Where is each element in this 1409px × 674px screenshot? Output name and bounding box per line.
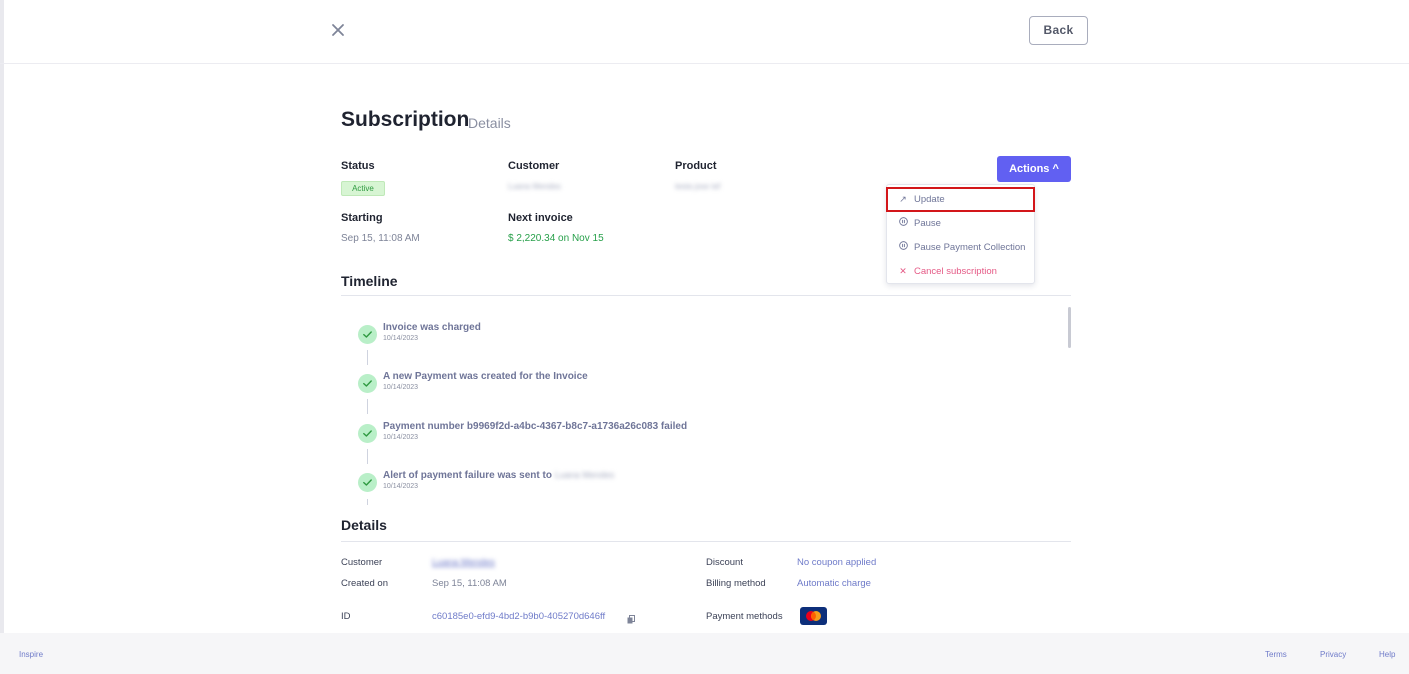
details-billing-label: Billing method bbox=[706, 578, 766, 589]
menu-item-label: Cancel subscription bbox=[914, 266, 997, 277]
timeline-divider bbox=[341, 295, 1071, 296]
timeline-event-date: 10/14/2023 bbox=[383, 384, 419, 391]
details-customer-label: Customer bbox=[341, 557, 383, 568]
footer-help-link[interactable]: Help bbox=[1379, 650, 1395, 659]
footer-brand-link[interactable]: Inspire bbox=[19, 650, 43, 659]
timeline-title: Timeline bbox=[341, 273, 398, 289]
starting-value: Sep 15, 11:08 AM bbox=[341, 233, 420, 244]
timeline-connector bbox=[367, 449, 368, 464]
timeline-event-title: Alert of payment failure was sent to Lua… bbox=[383, 470, 614, 481]
check-circle-icon bbox=[358, 473, 377, 492]
close-icon[interactable] bbox=[330, 22, 346, 38]
footer: Inspire Terms Privacy Help bbox=[0, 633, 1409, 674]
page-subtitle: Details bbox=[468, 115, 511, 131]
details-id-value: c60185e0-efd9-4bd2-b9b0-405270d646ff bbox=[432, 611, 606, 622]
menu-item-pause-payment-collection[interactable]: Pause Payment Collection bbox=[887, 236, 1034, 258]
timeline-event-recipient: Luana Mendes bbox=[554, 470, 615, 480]
check-circle-icon bbox=[358, 424, 377, 443]
footer-terms-link[interactable]: Terms bbox=[1265, 650, 1287, 659]
pause-circle-icon bbox=[898, 212, 908, 234]
next-invoice-label: Next invoice bbox=[508, 212, 573, 224]
timeline-event-title-text: Alert of payment failure was sent to bbox=[383, 470, 552, 481]
back-button[interactable]: Back bbox=[1029, 16, 1088, 45]
menu-item-cancel-subscription[interactable]: ✕ Cancel subscription bbox=[887, 260, 1034, 282]
actions-menu: ↗ Update Pause Pause Payment Collection ✕… bbox=[886, 184, 1035, 284]
menu-item-label: Pause bbox=[914, 218, 941, 229]
top-bar: Back bbox=[0, 0, 1409, 64]
timeline-connector bbox=[367, 399, 368, 414]
pause-circle-icon bbox=[898, 236, 908, 258]
timeline-event-date: 10/14/2023 bbox=[383, 483, 419, 490]
details-title: Details bbox=[341, 517, 387, 533]
timeline-connector bbox=[367, 350, 368, 365]
menu-item-label: Update bbox=[914, 194, 945, 205]
timeline-event: Payment number b9969f2d-a4bc-4367-b8c7-a… bbox=[358, 421, 958, 445]
timeline-event-date: 10/14/2023 bbox=[383, 434, 419, 441]
next-invoice-value: $ 2,220.34 on Nov 15 bbox=[508, 233, 604, 244]
copy-icon[interactable] bbox=[627, 611, 635, 624]
check-circle-icon bbox=[358, 374, 377, 393]
details-created-value: Sep 15, 11:08 AM bbox=[432, 578, 507, 589]
status-badge: Active bbox=[341, 181, 385, 196]
check-circle-icon bbox=[358, 325, 377, 344]
page-title: Subscription bbox=[341, 108, 470, 131]
menu-item-update[interactable]: ↗ Update bbox=[886, 187, 1035, 212]
timeline-connector bbox=[367, 499, 368, 505]
timeline-event: Invoice was charged 10/14/2023 bbox=[358, 322, 958, 346]
timeline-event: Alert of payment failure was sent to Lua… bbox=[358, 470, 958, 494]
menu-item-pause[interactable]: Pause bbox=[887, 212, 1034, 234]
menu-item-label: Pause Payment Collection bbox=[914, 242, 1026, 253]
footer-privacy-link[interactable]: Privacy bbox=[1320, 650, 1346, 659]
timeline-event: A new Payment was created for the Invoic… bbox=[358, 371, 958, 395]
product-label: Product bbox=[675, 160, 717, 172]
details-payment-methods-label: Payment methods bbox=[706, 611, 783, 622]
left-rail bbox=[0, 0, 4, 674]
customer-label: Customer bbox=[508, 160, 560, 172]
x-icon: ✕ bbox=[899, 266, 907, 276]
mastercard-icon bbox=[800, 607, 827, 625]
starting-label: Starting bbox=[341, 212, 383, 224]
customer-value[interactable]: Luana Mendes bbox=[508, 182, 561, 191]
details-id-label: ID bbox=[341, 611, 351, 622]
details-divider bbox=[341, 541, 1071, 542]
details-discount-value: No coupon applied bbox=[797, 557, 877, 568]
actions-button[interactable]: Actions ^ bbox=[997, 156, 1071, 182]
details-created-label: Created on bbox=[341, 578, 389, 589]
product-value: testa jose tef bbox=[675, 182, 721, 191]
status-label: Status bbox=[341, 160, 375, 172]
details-customer-link[interactable]: Luana Mendes bbox=[432, 557, 495, 568]
arrow-up-right-icon: ↗ bbox=[899, 194, 907, 204]
timeline-event-title: Payment number b9969f2d-a4bc-4367-b8c7-a… bbox=[383, 421, 688, 432]
details-billing-value: Automatic charge bbox=[797, 578, 871, 589]
timeline-event-title: Invoice was charged bbox=[383, 322, 481, 333]
timeline-event-date: 10/14/2023 bbox=[383, 335, 419, 342]
timeline-scrollbar[interactable] bbox=[1068, 307, 1071, 348]
details-discount-label: Discount bbox=[706, 557, 743, 568]
timeline-event-title: A new Payment was created for the Invoic… bbox=[383, 371, 588, 382]
